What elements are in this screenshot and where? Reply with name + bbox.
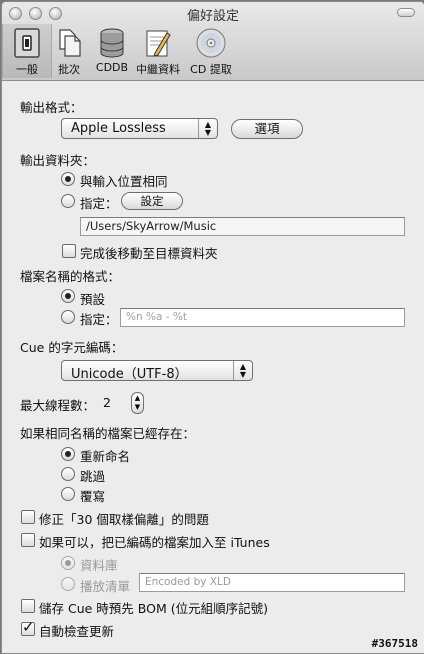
move-after-label: 完成後移動至目標資料夾 [80, 246, 218, 261]
cue-bom-checkbox[interactable] [21, 599, 35, 613]
library-label: 資料庫 [80, 558, 118, 573]
max-threads-label: 最大線程數： [20, 398, 96, 413]
add-itunes-label: 如果可以，把已編碼的檔案加入至 iTunes [39, 535, 270, 550]
tab-cd-rip-label: CD 提取 [190, 63, 232, 76]
metadata-pencil-icon [146, 30, 171, 57]
toolbar-toggle-button[interactable] [397, 8, 415, 17]
popup-arrows-icon: ▲ ▼ [233, 361, 252, 380]
output-folder-label: 輸出資料夾： [20, 153, 96, 168]
filename-default-radio[interactable] [61, 289, 75, 303]
rename-radio[interactable] [61, 447, 75, 461]
watermark-text: #367518 [371, 637, 418, 650]
set-folder-button[interactable]: 設定 [121, 192, 183, 210]
title-bar: 偏好設定 一般 批次 CDDB 中繼資料 CD 提取 [2, 2, 424, 81]
filename-format-input[interactable]: %n %a - %t [120, 308, 405, 327]
filename-specify-radio[interactable] [61, 310, 75, 324]
output-format-popup[interactable]: Apple Lossless ▲ ▼ [61, 118, 218, 139]
playlist-label: 播放清單 [80, 579, 131, 594]
overwrite-radio[interactable] [61, 487, 75, 501]
output-path-field: /Users/SkyArrow/Music [80, 217, 405, 236]
add-itunes-checkbox[interactable] [21, 533, 35, 547]
batch-documents-icon [59, 29, 81, 57]
popup-arrows-icon: ▲ ▼ [198, 119, 217, 138]
overwrite-label: 覆寫 [80, 489, 106, 504]
auto-update-label: 自動檢查更新 [39, 624, 115, 639]
window-title: 偏好設定 [186, 9, 239, 24]
tab-metadata[interactable]: 中繼資料 [133, 24, 183, 78]
same-as-input-radio[interactable] [61, 172, 75, 186]
existing-file-label: 如果相同名稱的檔案已經存在： [20, 426, 196, 441]
fix-offset-checkbox[interactable] [21, 510, 35, 524]
output-format-value: Apple Lossless [71, 121, 166, 136]
cue-encoding-value: Unicode（UTF-8） [71, 367, 188, 382]
same-as-input-label: 與輸入位置相同 [80, 174, 168, 189]
skip-radio[interactable] [61, 467, 75, 481]
specify-folder-radio[interactable] [61, 194, 75, 208]
filename-default-label: 預設 [80, 292, 106, 307]
library-radio[interactable] [61, 556, 75, 570]
database-icon [100, 28, 124, 58]
cd-disc-icon [196, 28, 226, 58]
cue-encoding-popup[interactable]: Unicode（UTF-8） ▲ ▼ [61, 360, 253, 382]
playlist-radio[interactable] [61, 577, 75, 591]
cue-encoding-label: Cue 的字元編碼： [20, 340, 124, 355]
tab-cddb-label: CDDB [95, 61, 129, 74]
output-format-label: 輸出格式： [20, 100, 83, 115]
filename-specify-label: 指定： [80, 312, 118, 327]
format-options-button[interactable]: 選項 [231, 119, 303, 139]
fix-offset-label: 修正「30 個取樣偏離」的問題 [39, 512, 209, 527]
tab-metadata-label: 中繼資料 [136, 63, 180, 76]
max-threads-value: 2 [103, 395, 111, 410]
skip-label: 跳過 [80, 469, 106, 484]
filename-format-label: 檔案名稱的格式： [20, 269, 121, 284]
max-threads-stepper[interactable]: ▲ ▼ [131, 392, 144, 414]
auto-update-checkbox[interactable] [21, 618, 35, 636]
playlist-name-input[interactable]: Encoded by XLD [139, 573, 405, 592]
tab-cddb[interactable]: CDDB [87, 24, 137, 78]
preferences-window: 偏好設定 一般 批次 CDDB 中繼資料 CD 提取 輸出格式： Apple L… [1, 1, 424, 654]
tab-cd-rip[interactable]: CD 提取 [186, 24, 236, 78]
specify-folder-label: 指定： [80, 196, 118, 211]
move-after-checkbox[interactable] [62, 244, 76, 258]
cue-bom-label: 儲存 Cue 時預先 BOM (位元組順序記號) [39, 601, 268, 616]
general-switch-icon [14, 28, 40, 58]
rename-label: 重新命名 [80, 449, 131, 464]
